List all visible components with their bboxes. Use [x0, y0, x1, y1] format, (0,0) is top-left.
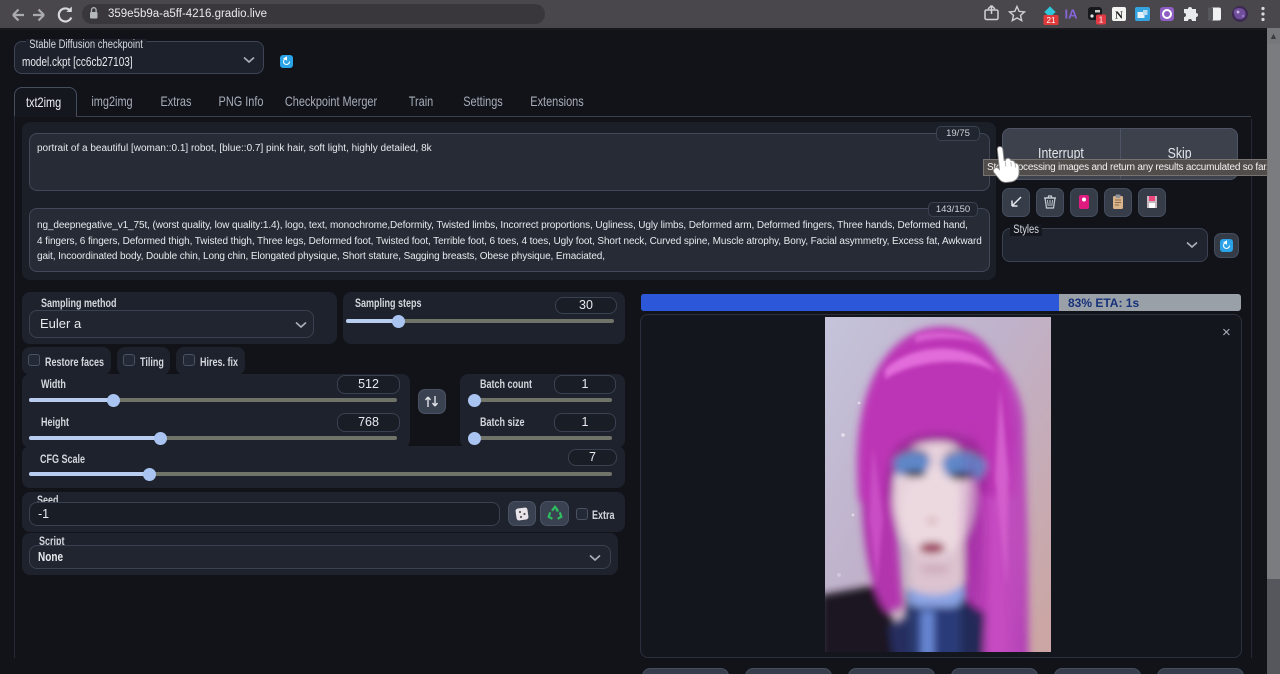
svg-text:N: N	[1115, 10, 1123, 22]
svg-text:IA: IA	[1065, 7, 1079, 22]
svg-text:21: 21	[1047, 16, 1056, 25]
svg-text:1: 1	[1099, 16, 1104, 25]
